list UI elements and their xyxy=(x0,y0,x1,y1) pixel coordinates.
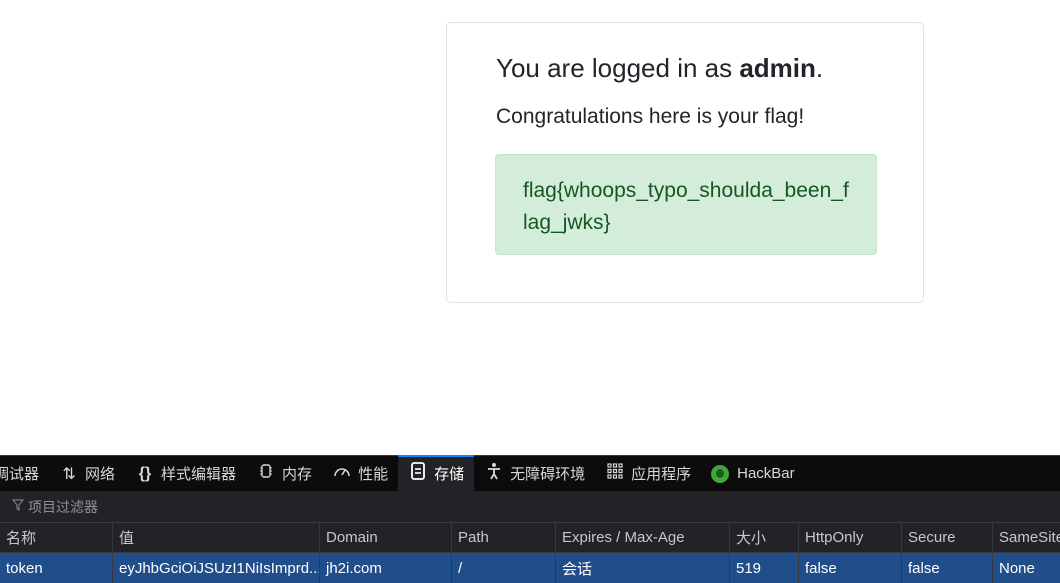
column-header-value[interactable]: 值 xyxy=(112,523,319,552)
hackbar-icon xyxy=(711,464,730,483)
table-row[interactable]: token eyJhbGciOiJSUzI1NiIsImprd... jh2i.… xyxy=(0,553,1060,583)
cell-name[interactable]: token xyxy=(0,553,112,583)
tab-network[interactable]: ⇅ 网络 xyxy=(49,456,125,491)
cell-domain[interactable]: jh2i.com xyxy=(319,553,451,583)
tab-style-editor[interactable]: {} 样式编辑器 xyxy=(125,456,246,491)
storage-icon xyxy=(408,462,428,485)
cell-secure[interactable]: false xyxy=(901,553,992,583)
devtools-panel: 调试器 ⇅ 网络 {} 样式编辑器 内存 性能 存储 无障碍环境 应用程序 Ha… xyxy=(0,455,1060,583)
table-header: 名称 值 Domain Path Expires / Max-Age 大小 Ht… xyxy=(0,523,1060,553)
column-header-expires[interactable]: Expires / Max-Age xyxy=(555,523,729,552)
tab-performance[interactable]: 性能 xyxy=(322,456,398,491)
cell-expires[interactable]: 会话 xyxy=(555,553,729,583)
tab-hackbar[interactable]: HackBar xyxy=(701,456,805,491)
cookies-table: 名称 值 Domain Path Expires / Max-Age 大小 Ht… xyxy=(0,523,1060,583)
tab-debugger[interactable]: 调试器 xyxy=(0,456,49,491)
column-header-name[interactable]: 名称 xyxy=(0,523,112,552)
filter-input[interactable]: 项目过滤器 xyxy=(28,497,98,517)
column-header-samesite[interactable]: SameSite xyxy=(992,523,1060,552)
cell-httponly[interactable]: false xyxy=(798,553,901,583)
page-content: You are logged in as admin. Congratulati… xyxy=(0,0,1060,455)
filter-bar[interactable]: 项目过滤器 xyxy=(0,491,1060,523)
flag-alert: flag{whoops_typo_shoulda_been_flag_jwks} xyxy=(495,154,877,255)
cell-path[interactable]: / xyxy=(451,553,555,583)
tab-application[interactable]: 应用程序 xyxy=(595,456,701,491)
column-header-size[interactable]: 大小 xyxy=(729,523,798,552)
tab-memory[interactable]: 内存 xyxy=(246,456,322,491)
funnel-icon xyxy=(11,499,25,514)
gauge-icon xyxy=(332,463,352,484)
accessibility-icon xyxy=(484,462,504,485)
devtools-toolbar: 调试器 ⇅ 网络 {} 样式编辑器 内存 性能 存储 无障碍环境 应用程序 Ha… xyxy=(0,455,1060,491)
column-header-domain[interactable]: Domain xyxy=(319,523,451,552)
cell-size[interactable]: 519 xyxy=(729,553,798,583)
tab-accessibility[interactable]: 无障碍环境 xyxy=(474,456,595,491)
tab-storage[interactable]: 存储 xyxy=(398,455,475,491)
grid-icon xyxy=(605,463,625,484)
memory-chip-icon xyxy=(256,463,276,484)
column-header-path[interactable]: Path xyxy=(451,523,555,552)
column-header-secure[interactable]: Secure xyxy=(901,523,992,552)
braces-icon: {} xyxy=(138,464,152,482)
username: admin xyxy=(739,53,816,83)
column-header-httponly[interactable]: HttpOnly xyxy=(798,523,901,552)
cell-samesite[interactable]: None xyxy=(992,553,1060,583)
flag-card: You are logged in as admin. Congratulati… xyxy=(446,22,924,303)
login-status: You are logged in as admin. xyxy=(496,53,824,83)
cell-value[interactable]: eyJhbGciOiJSUzI1NiIsImprd... xyxy=(112,553,319,583)
congrats-message: Congratulations here is your flag! xyxy=(496,105,805,128)
network-arrows-icon: ⇅ xyxy=(62,465,76,483)
